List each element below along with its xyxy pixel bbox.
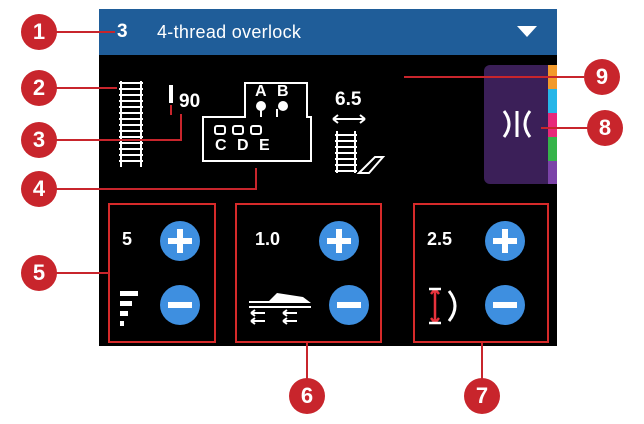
tension-increase-button[interactable] [160, 221, 200, 261]
thread-tension-control: 5 [108, 203, 216, 343]
stitch-length-control: 2.5 [413, 203, 549, 343]
color-strip-pink [548, 113, 557, 137]
tension-decrease-button[interactable] [160, 285, 200, 325]
stitch-width-value: 6.5 [335, 89, 362, 110]
leader-line-9 [404, 76, 584, 78]
leader-line-3 [55, 139, 181, 141]
differential-feed-value: 1.0 [255, 229, 281, 249]
color-strip-green [548, 137, 557, 161]
leader-line-5 [55, 272, 109, 274]
callout-3: 3 [21, 122, 57, 158]
callout-4: 4 [21, 171, 57, 207]
differential-feed-control: 1.0 [235, 203, 382, 343]
feed-increase-button[interactable] [319, 221, 359, 261]
thread-tension-value: 5 [122, 229, 133, 249]
overlock-stitch-icon [119, 81, 143, 167]
thread-label-c: C [215, 137, 227, 154]
stitch-width-overlock-icon [332, 114, 386, 174]
color-strip-blue [548, 89, 557, 113]
callout-1: 1 [21, 14, 57, 50]
needle-icon [169, 85, 173, 115]
thread-label-e: E [259, 137, 270, 154]
thread-label-b: B [277, 83, 289, 100]
leader-line-4 [55, 188, 256, 190]
callout-2: 2 [21, 70, 57, 106]
stitch-number: 3 [117, 21, 128, 42]
length-decrease-button[interactable] [485, 285, 525, 325]
callout-6: 6 [289, 378, 325, 414]
thread-label-a: A [255, 83, 267, 100]
needle-size: 90 [179, 91, 201, 112]
callout-7: 7 [464, 378, 500, 414]
feed-decrease-button[interactable] [329, 285, 369, 325]
thread-tension-icon [120, 291, 138, 326]
stitch-name: 4-thread overlock [157, 22, 302, 42]
stitch-options-tab[interactable] [484, 65, 557, 184]
leader-line-3b [180, 114, 182, 141]
triangle-down-icon[interactable] [517, 26, 537, 37]
threading-diagram: A B C D E [201, 81, 313, 163]
leader-line-1 [55, 31, 115, 33]
length-increase-button[interactable] [485, 221, 525, 261]
stitch-length-icon [429, 287, 457, 325]
stitch-header-bar[interactable]: 3 4-thread overlock [99, 9, 557, 55]
differential-feed-icon [249, 293, 311, 325]
color-strip-purple [548, 161, 557, 184]
stitch-length-value: 2.5 [427, 229, 453, 249]
callout-5: 5 [21, 255, 57, 291]
leader-line-8 [541, 127, 591, 129]
thread-label-d: D [237, 137, 249, 154]
leader-line-7 [481, 343, 483, 379]
leader-line-2 [55, 87, 117, 89]
stitch-options-icon [502, 110, 532, 138]
leader-line-6 [306, 343, 308, 379]
leader-line-4b [255, 168, 257, 190]
callout-8: 8 [587, 110, 623, 146]
sewing-machine-screen: 3 4-thread overlock 90 A B C D E 6.5 5 1… [99, 9, 557, 346]
callout-9: 9 [584, 59, 620, 95]
